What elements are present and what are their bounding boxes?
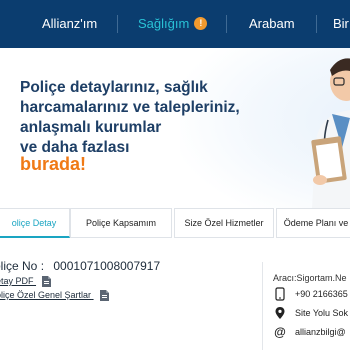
hero-highlight: burada! — [20, 154, 87, 174]
nav-label: Allianz'ım — [42, 16, 98, 31]
nav-label: Sağlığım — [138, 16, 190, 31]
link-label: etay PDF — [0, 276, 34, 286]
hero-banner: Poliçe detaylarınız, sağlık harcamaların… — [0, 48, 350, 208]
nav-item-allianzim[interactable]: Allianz'ım — [42, 0, 97, 48]
detail-pdf-link[interactable]: etay PDF — [0, 276, 52, 288]
policy-number-value: 0001071008007917 — [53, 259, 161, 273]
agent-card: Aracı:Sigortam.Ne +90 2166365 Site Yolu … — [262, 262, 350, 350]
nav-divider — [226, 15, 227, 33]
policy-number-label: oliçe No : — [0, 259, 45, 273]
tab-odeme-plani[interactable]: Ödeme Planı ve — [276, 208, 350, 238]
agent-address-row: Site Yolu Sok — [273, 306, 348, 320]
alert-badge: ! — [194, 17, 208, 31]
agent-address: Site Yolu Sok — [295, 308, 349, 318]
nav-divider — [117, 15, 118, 33]
tab-size-ozel-hizmetler[interactable]: Size Özel Hizmetler — [174, 208, 274, 238]
file-icon — [42, 276, 52, 288]
hero-line: Poliçe detaylarınız, sağlık — [20, 79, 208, 96]
nav-label: Bir — [333, 16, 349, 31]
tab-police-kapsamim[interactable]: Poliçe Kapsamım — [70, 208, 172, 238]
hero-line: anlaşmalı kurumlar — [20, 119, 162, 136]
tab-police-detay[interactable]: oliçe Detay — [0, 208, 70, 238]
nav-item-more[interactable]: Bir — [333, 0, 349, 48]
special-terms-link[interactable]: oliçe Özel Genel Şartlar — [0, 290, 109, 302]
location-pin-icon — [275, 307, 285, 319]
phone-icon — [275, 287, 285, 301]
link-label: oliçe Özel Genel Şartlar — [0, 290, 92, 300]
tab-label: Ödeme Planı ve — [283, 218, 349, 228]
agent-email: allianzbilgi@ — [295, 327, 346, 337]
file-icon — [99, 290, 109, 302]
nav-divider — [316, 15, 317, 33]
nav-label: Arabam — [249, 16, 295, 31]
agent-phone-row[interactable]: +90 2166365 — [273, 287, 348, 301]
at-sign-icon: @ — [274, 325, 286, 339]
tab-label: Poliçe Kapsamım — [85, 218, 157, 228]
agent-email-row[interactable]: @ allianzbilgi@ — [273, 325, 346, 339]
tab-label: oliçe Detay — [11, 218, 57, 228]
top-navigation: Allianz'ım Sağlığım! Arabam Bir — [0, 0, 350, 48]
nav-item-sagligim[interactable]: Sağlığım! — [138, 0, 208, 48]
tab-label: Size Özel Hizmetler — [184, 218, 264, 228]
agent-label: Aracı:Sigortam.Ne — [273, 273, 347, 283]
doctor-illustration — [311, 58, 350, 208]
hero-line: harcamalarınız ve talepleriniz, — [20, 99, 240, 116]
policy-tabs: oliçe Detay Poliçe Kapsamım Size Özel Hi… — [0, 208, 350, 238]
agent-phone: +90 2166365 — [295, 289, 348, 299]
nav-item-arabam[interactable]: Arabam — [249, 0, 295, 48]
hero-heading: Poliçe detaylarınız, sağlık harcamaların… — [20, 78, 250, 158]
policy-number-row: oliçe No : 0001071008007917 — [0, 259, 160, 273]
